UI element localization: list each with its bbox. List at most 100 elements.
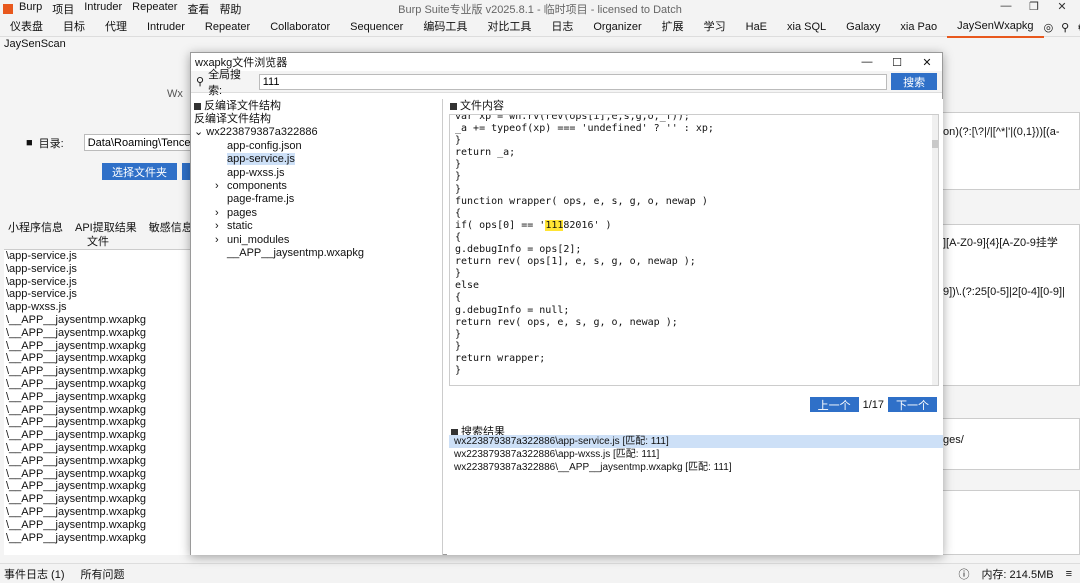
dialog-close-icon[interactable]: ✕ [912, 56, 942, 69]
tree-item-label: pages [227, 206, 257, 219]
file-table-row[interactable]: \app-service.js [4, 288, 192, 301]
tab-learn[interactable]: 学习 [694, 18, 736, 37]
chevron-down-icon[interactable]: ⌄ [194, 126, 206, 138]
tab-comparer[interactable]: 对比工具 [477, 18, 541, 37]
match-navigation: 上一个 1/17 下一个 [809, 397, 937, 412]
file-table-row[interactable]: \__APP__jaysentmp.wxapkg [4, 404, 192, 417]
tab-jaysenwxapkg[interactable]: JaySenWxapkg [947, 17, 1044, 38]
file-table-row[interactable]: \__APP__jaysentmp.wxapkg [4, 391, 192, 404]
file-table-row[interactable]: \__APP__jaysentmp.wxapkg [4, 429, 192, 442]
tab-target[interactable]: 目标 [53, 18, 95, 37]
tab-galaxy[interactable]: Galaxy [836, 18, 890, 37]
file-table-row[interactable]: \app-service.js [4, 276, 192, 289]
tree-item-label: app-wxss.js [227, 166, 285, 179]
file-table-row[interactable]: \__APP__jaysentmp.wxapkg [4, 532, 192, 545]
menu-burp[interactable]: Burp [19, 1, 42, 17]
prev-match-button[interactable]: 上一个 [809, 397, 859, 412]
bg-wx-label: Wx [167, 88, 183, 100]
close-icon[interactable]: ✕ [1048, 0, 1076, 13]
tab-sequencer[interactable]: Sequencer [340, 18, 413, 37]
tab-organizer[interactable]: Organizer [583, 18, 651, 37]
info-icon: ⓘ [958, 568, 970, 581]
tree-item[interactable]: app-service.js [191, 153, 442, 166]
toolbar-icons: ◎ ⚲ ⚙ [1044, 21, 1080, 34]
global-search-input[interactable] [258, 73, 888, 90]
tree-item[interactable]: app-wxss.js [191, 167, 442, 180]
search-button[interactable]: 搜索 [891, 73, 937, 90]
subtab-jaysenscan[interactable]: JaySenScan [4, 38, 66, 50]
file-table-row[interactable]: \__APP__jaysentmp.wxapkg [4, 506, 192, 519]
status-bar: 事件日志 (1) 所有问题 ⓘ 内存: 214.5MB ≡ [0, 563, 1080, 583]
chevron-right-icon[interactable]: › [215, 180, 227, 193]
menu-view[interactable]: 查看 [187, 1, 209, 17]
tree-item[interactable]: __APP__jaysentmp.wxapkg [191, 247, 442, 260]
tree-item[interactable]: › components [191, 180, 442, 193]
file-table-row[interactable]: \__APP__jaysentmp.wxapkg [4, 480, 192, 493]
minimize-icon[interactable]: — [992, 0, 1020, 13]
tab-xia-sql[interactable]: xia SQL [777, 18, 836, 37]
event-log-link[interactable]: 事件日志 (1) [4, 566, 65, 582]
file-table-row[interactable]: \__APP__jaysentmp.wxapkg [4, 519, 192, 532]
search-result-item[interactable]: wx223879387a322886\app-service.js [匹配: 1… [449, 435, 943, 448]
file-table-row[interactable]: \__APP__jaysentmp.wxapkg [4, 340, 192, 353]
tree-item-label: app-service.js [227, 153, 295, 166]
menu-intruder[interactable]: Intruder [84, 1, 122, 17]
file-table-row[interactable]: \__APP__jaysentmp.wxapkg [4, 442, 192, 455]
tab-repeater[interactable]: Repeater [195, 18, 260, 37]
tree-root-label[interactable]: 反编译文件结构 [191, 113, 442, 126]
next-match-button[interactable]: 下一个 [888, 397, 937, 412]
directory-input[interactable] [83, 134, 204, 151]
wxapkg-browser-dialog: wxapkg文件浏览器 — ☐ ✕ ⚲ 全局搜索: 搜索 反编译文件结构 反编译… [190, 52, 943, 555]
file-table-row[interactable]: \__APP__jaysentmp.wxapkg [4, 327, 192, 340]
tree-item[interactable]: › pages [191, 207, 442, 220]
tab-dashboard[interactable]: 仪表盘 [0, 18, 53, 37]
tree-item[interactable]: › static [191, 220, 442, 233]
dialog-maximize-icon[interactable]: ☐ [882, 56, 912, 69]
tab-extensions[interactable]: 扩展 [652, 18, 694, 37]
code-scrollbar[interactable] [932, 115, 938, 385]
file-table-row[interactable]: \__APP__jaysentmp.wxapkg [4, 352, 192, 365]
tab-collaborator[interactable]: Collaborator [260, 18, 340, 37]
chevron-right-icon[interactable]: › [215, 220, 227, 233]
file-table-row[interactable]: \__APP__jaysentmp.wxapkg [4, 314, 192, 327]
search-icon[interactable]: ⚲ [1061, 21, 1069, 34]
tree-item[interactable]: page-frame.js [191, 193, 442, 206]
tab-decoder[interactable]: 编码工具 [413, 18, 477, 37]
file-table-row[interactable]: \app-service.js [4, 263, 192, 276]
choose-folder-button[interactable]: 选择文件夹 [102, 163, 177, 180]
file-tree-header: 反编译文件结构 [191, 99, 442, 113]
tree-item-label: app-config.json [227, 139, 302, 152]
code-viewer[interactable]: var xp = wh.rv(rev(ops[i],e,s,g,o,_f)); … [449, 114, 939, 386]
all-issues-link[interactable]: 所有问题 [81, 566, 125, 582]
file-table-row[interactable]: \__APP__jaysentmp.wxapkg [4, 365, 192, 378]
chevron-right-icon[interactable]: › [215, 207, 227, 220]
file-table-row[interactable]: \__APP__jaysentmp.wxapkg [4, 468, 192, 481]
scrollbar-thumb[interactable] [932, 140, 938, 148]
tab-xia-pao[interactable]: xia Pao [890, 18, 947, 37]
globe-icon[interactable]: ◎ [1044, 21, 1054, 34]
restore-icon[interactable]: ❐ [1020, 0, 1048, 13]
tab-logger[interactable]: 日志 [541, 18, 583, 37]
chevron-right-icon[interactable]: › [215, 234, 227, 247]
file-table-row[interactable]: \__APP__jaysentmp.wxapkg [4, 416, 192, 429]
dialog-minimize-icon[interactable]: — [852, 56, 882, 69]
tree-children: app-config.json app-service.js app-wxss.js… [191, 140, 442, 261]
tree-package-node[interactable]: ⌄ wx223879387a322886 [191, 126, 442, 139]
search-result-item[interactable]: wx223879387a322886\app-wxss.js [匹配: 111] [449, 448, 943, 461]
menu-help[interactable]: 帮助 [219, 1, 241, 17]
file-table-row[interactable]: \__APP__jaysentmp.wxapkg [4, 493, 192, 506]
directory-row: ■ 目录: [26, 134, 204, 151]
file-table-row[interactable]: \__APP__jaysentmp.wxapkg [4, 455, 192, 468]
tab-hae[interactable]: HaE [736, 18, 777, 37]
tree-item[interactable]: app-config.json [191, 140, 442, 153]
file-table-row[interactable]: \app-service.js [4, 250, 192, 263]
bottom-menu-icon[interactable]: ≡ [1066, 568, 1072, 580]
file-table-row[interactable]: \app-wxss.js [4, 301, 192, 314]
tab-proxy[interactable]: 代理 [95, 18, 137, 37]
menu-project[interactable]: 项目 [52, 1, 74, 17]
search-result-item[interactable]: wx223879387a322886\__APP__jaysentmp.wxap… [449, 461, 943, 474]
tab-intruder[interactable]: Intruder [137, 18, 195, 37]
tree-item[interactable]: › uni_modules [191, 234, 442, 247]
menu-repeater[interactable]: Repeater [132, 1, 177, 17]
file-table-row[interactable]: \__APP__jaysentmp.wxapkg [4, 378, 192, 391]
